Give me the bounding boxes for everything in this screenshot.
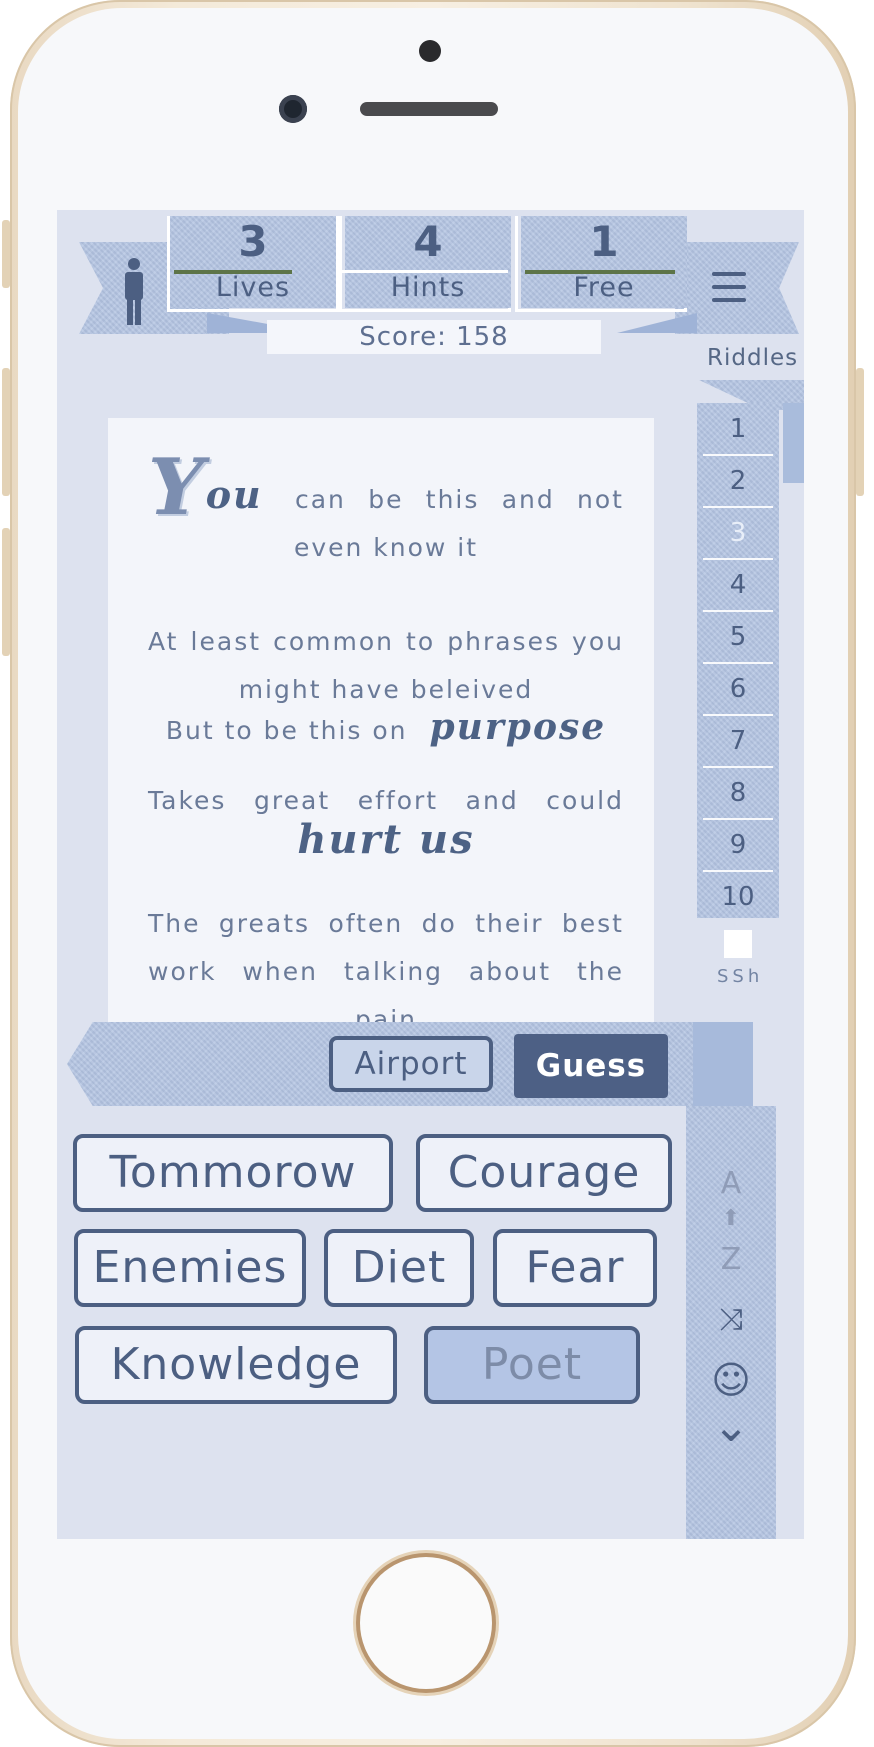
free-counter[interactable]: 1 Free — [521, 216, 687, 308]
word-tile-enemies[interactable]: Enemies — [74, 1229, 306, 1307]
volume-down-button — [2, 528, 10, 656]
riddle-tabs-more-text: SSho — [717, 968, 761, 987]
hints-value: 4 — [413, 217, 443, 266]
word-tile-courage[interactable]: Courage — [416, 1134, 672, 1212]
home-button[interactable] — [360, 1557, 492, 1689]
sort-arrow-icon[interactable]: ⬆ — [686, 1206, 776, 1231]
riddle-tab-10[interactable]: 10 — [697, 871, 779, 923]
ribbon-fold-right — [617, 313, 697, 333]
lives-value: 3 — [238, 217, 268, 266]
riddle-line-1: You can be this and not even know it — [148, 449, 624, 572]
smiley-icon[interactable]: ☺ — [686, 1358, 776, 1402]
shuffle-icon[interactable]: ⤨ — [686, 1302, 776, 1337]
lives-label: Lives — [215, 272, 291, 303]
sort-z-label: Z — [720, 1242, 742, 1277]
riddle-card: You can be this and not even know it At … — [108, 418, 654, 1038]
collapse-chevron-icon[interactable]: ⌄ — [686, 1405, 776, 1449]
word-tile-poet[interactable]: Poet — [424, 1326, 640, 1404]
word-tile-tommorow[interactable]: Tommorow — [73, 1134, 393, 1212]
riddle-tab-3[interactable]: 3 — [697, 507, 779, 559]
game-screen: 3 Lives 4 Hints 1 Free Score: 158 You ca… — [57, 210, 804, 1539]
riddle-tab-7[interactable]: 7 — [697, 715, 779, 767]
riddle-tab-checkbox[interactable] — [724, 930, 752, 958]
riddle-line-4-emphasis: hurt us — [148, 816, 624, 869]
answer-input[interactable]: Airport — [329, 1036, 493, 1092]
riddle-line-3: But to be this on purpose — [148, 703, 624, 755]
riddle-first-word-rest: ou — [205, 472, 263, 517]
riddle-emphasis-hurt-us: hurt us — [297, 816, 475, 863]
proximity-sensor — [419, 40, 441, 62]
riddle-line-3-text: But to be this on — [165, 716, 408, 745]
score-display: Score: 158 — [267, 320, 601, 354]
front-camera — [279, 95, 307, 123]
power-button — [856, 368, 864, 496]
riddle-tab-1[interactable]: 1 — [697, 403, 779, 455]
word-tile-knowledge[interactable]: Knowledge — [75, 1326, 397, 1404]
free-label: Free — [573, 272, 635, 303]
riddle-tab-4[interactable]: 4 — [697, 559, 779, 611]
menu-icon[interactable] — [712, 272, 746, 304]
riddle-tab-8[interactable]: 8 — [697, 767, 779, 819]
riddles-label: Riddles — [707, 345, 799, 371]
guess-button[interactable]: Guess — [514, 1034, 668, 1098]
riddle-emphasis-purpose: purpose — [429, 706, 607, 748]
riddle-tab-9[interactable]: 9 — [697, 819, 779, 871]
hints-label: Hints — [390, 272, 466, 303]
mute-switch — [2, 220, 10, 288]
riddle-tab-5[interactable]: 5 — [697, 611, 779, 663]
hints-counter[interactable]: 4 Hints — [342, 216, 511, 308]
riddles-tab-edge — [783, 403, 804, 483]
riddle-line-1-text: can be this and not even know it — [293, 485, 624, 562]
word-tile-fear[interactable]: Fear — [493, 1229, 657, 1307]
side-tools-panel: A ⬆ Z ⤨ ☺ ⌄ — [686, 1106, 776, 1539]
free-value: 1 — [589, 217, 619, 266]
volume-up-button — [2, 368, 10, 496]
riddle-tab-2[interactable]: 2 — [697, 455, 779, 507]
earpiece-speaker — [360, 102, 498, 116]
riddle-line-2: At least common to phrases you might hav… — [148, 627, 624, 704]
riddles-tab-strip: 1 2 3 4 5 6 7 8 9 10 — [697, 403, 779, 918]
riddle-dropcap: Y — [148, 442, 206, 533]
riddle-tab-6[interactable]: 6 — [697, 663, 779, 715]
word-tile-diet[interactable]: Diet — [324, 1229, 474, 1307]
lives-counter[interactable]: 3 Lives — [170, 216, 336, 308]
profile-person-icon[interactable] — [119, 257, 149, 327]
sort-a-label: A — [720, 1166, 742, 1201]
